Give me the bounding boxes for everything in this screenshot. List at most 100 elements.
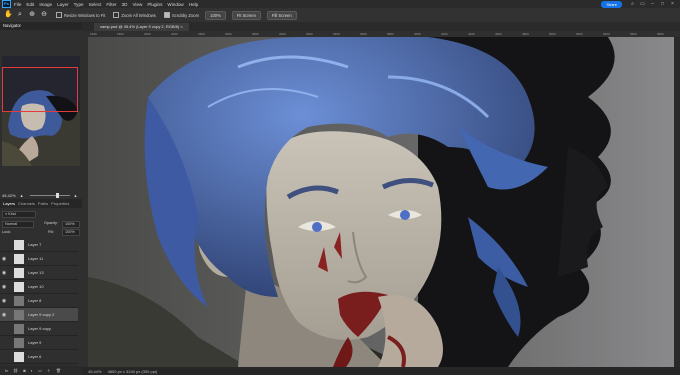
zoom-icon[interactable]: ⌕: [16, 11, 24, 19]
tab-properties[interactable]: Properties: [51, 201, 69, 206]
visibility-eye-icon[interactable]: ◉: [0, 298, 8, 304]
folder-icon[interactable]: ▭: [38, 368, 42, 373]
visibility-eye-icon[interactable]: ◉: [0, 312, 8, 318]
navigator-zoom-slider[interactable]: [29, 192, 70, 198]
menu-layer[interactable]: Layer: [57, 2, 69, 7]
zoom-100-button[interactable]: 100%: [205, 10, 226, 20]
scrubby-zoom-checkbox[interactable]: Scrubby Zoom: [163, 12, 199, 18]
layer-name: Layer 6: [28, 354, 42, 359]
layer-row[interactable]: Layer 9 copy: [0, 322, 78, 336]
navigator-zoom-value[interactable]: 45.42%: [2, 193, 16, 198]
link-icon[interactable]: ⛓: [13, 368, 18, 373]
layer-row[interactable]: Layer 9: [0, 336, 78, 350]
mask-icon[interactable]: ◙: [23, 368, 25, 373]
visibility-eye-icon[interactable]: ◉: [0, 256, 8, 262]
tab-channels[interactable]: Channels: [18, 201, 35, 206]
layer-thumbnail: [14, 253, 24, 264]
document-tab[interactable]: vamp.psd @ 45.4% (Layer 9 copy 2, RGB/8)…: [94, 23, 189, 31]
layer-name: Layer 9: [28, 340, 42, 345]
share-button[interactable]: Share: [601, 0, 622, 8]
minimize-icon[interactable]: –: [650, 1, 655, 7]
menu-help[interactable]: Help: [189, 2, 198, 7]
menu-edit[interactable]: Edit: [26, 2, 34, 7]
canvas[interactable]: [88, 37, 680, 367]
menu-file[interactable]: File: [14, 2, 21, 7]
menu-window[interactable]: Window: [167, 2, 183, 7]
status-zoom[interactable]: 45.44%: [88, 369, 102, 374]
tab-layers[interactable]: Layers: [3, 201, 15, 206]
painting: [88, 37, 680, 367]
layer-thumbnail: [14, 239, 24, 250]
close-icon[interactable]: ×: [670, 1, 675, 7]
menu-bar: Ps File Edit Image Layer Type Select Fil…: [0, 0, 680, 8]
layer-name: Layer 7: [28, 242, 42, 247]
layer-thumbnail: [14, 295, 24, 306]
zoom-out-icon[interactable]: ⊖: [40, 11, 48, 19]
layers-panel-tabs: Layers Channels Paths Properties: [0, 199, 82, 208]
menu-view[interactable]: View: [132, 2, 142, 7]
zoom-in-icon[interactable]: ⊕: [28, 11, 36, 19]
zoom-slider-thumb[interactable]: [55, 192, 59, 198]
layer-row[interactable]: Layer 6: [0, 350, 78, 364]
visibility-eye-icon[interactable]: ◉: [0, 270, 8, 276]
layer-thumbnail: [14, 309, 24, 320]
layer-kind-filter[interactable]: ⌕ Kind: [2, 211, 36, 218]
layer-name: Layer 13: [28, 270, 44, 275]
fit-screen-button[interactable]: Fit Screen: [231, 10, 261, 20]
workspace-icon[interactable]: ▭: [640, 1, 645, 7]
tab-paths[interactable]: Paths: [38, 201, 48, 206]
new-layer-icon[interactable]: ＋: [47, 368, 51, 374]
layers-controls: ⌕ Kind Normal Opacity: 100% Lock: Fill: …: [0, 208, 82, 238]
menu-filter[interactable]: Filter: [106, 2, 116, 7]
layer-thumbnail: [14, 267, 24, 278]
layer-row[interactable]: ◉ Layer 13: [0, 266, 78, 280]
zoom-in-large-icon[interactable]: ▲: [74, 193, 78, 198]
layer-name: Layer 9 copy: [28, 326, 51, 331]
layer-name: Layer 11: [28, 256, 44, 261]
layer-row[interactable]: ◉ Layer 10: [0, 280, 78, 294]
layer-name: Layer 9 copy 2: [28, 312, 55, 317]
menu-3d[interactable]: 3D: [122, 2, 128, 7]
vertical-scrollbar[interactable]: [674, 37, 680, 367]
layer-row[interactable]: ◉ Layer 8: [0, 294, 78, 308]
opacity-label: Opacity:: [44, 221, 58, 225]
options-bar: ✋ ⌕ ⊕ ⊖ Resize Windows to Fit Zoom All W…: [0, 8, 680, 23]
zoom-out-small-icon[interactable]: ▲: [20, 193, 24, 198]
layer-name: Layer 8: [28, 298, 42, 303]
blend-mode-select[interactable]: Normal: [2, 221, 34, 228]
menu-select[interactable]: Select: [89, 2, 102, 7]
navigator-title: Navigator: [3, 23, 21, 28]
photoshop-logo: Ps: [2, 0, 11, 8]
layer-row[interactable]: ◉ Layer 9 copy 2: [0, 308, 78, 322]
layer-row[interactable]: Layer 7: [0, 238, 78, 252]
menu-plugins[interactable]: Plugins: [147, 2, 162, 7]
navigator-view-frame[interactable]: [2, 67, 78, 112]
close-tab-icon[interactable]: ×: [180, 24, 182, 29]
status-doc-info: 4800 px x 3240 px (300 ppi): [107, 368, 158, 374]
navigator-header: Navigator: [0, 22, 82, 30]
hand-icon[interactable]: ✋: [4, 11, 13, 19]
zoom-all-windows-checkbox[interactable]: Zoom All Windows: [113, 12, 156, 18]
fill-screen-button[interactable]: Fill Screen: [266, 10, 297, 20]
trash-icon[interactable]: 🗑: [56, 368, 61, 373]
visibility-eye-icon[interactable]: ◉: [0, 284, 8, 290]
lock-label: Lock:: [2, 230, 12, 234]
opacity-field[interactable]: 100%: [62, 221, 80, 228]
menu-type[interactable]: Type: [74, 2, 84, 7]
layer-thumbnail: [14, 323, 24, 334]
layers-footer: fx ⛓ ◙ ◐ ▭ ＋ 🗑: [0, 366, 82, 375]
resize-windows-checkbox[interactable]: Resize Windows to Fit: [56, 12, 105, 18]
adjust-icon[interactable]: ◐: [31, 368, 33, 373]
layer-name: Layer 10: [28, 284, 44, 289]
fill-field[interactable]: 100%: [62, 229, 80, 236]
menu-image[interactable]: Image: [39, 2, 52, 7]
layer-thumbnail: [14, 351, 24, 362]
search-icon[interactable]: ⌕: [630, 1, 635, 7]
fx-button[interactable]: fx: [5, 368, 8, 373]
maximize-icon[interactable]: □: [660, 1, 665, 7]
status-bar: 45.44% 4800 px x 3240 px (300 ppi): [82, 367, 680, 375]
layer-thumbnail: [14, 337, 24, 348]
layer-thumbnail: [14, 281, 24, 292]
fill-label: Fill:: [48, 230, 54, 234]
layer-row[interactable]: ◉ Layer 11: [0, 252, 78, 266]
